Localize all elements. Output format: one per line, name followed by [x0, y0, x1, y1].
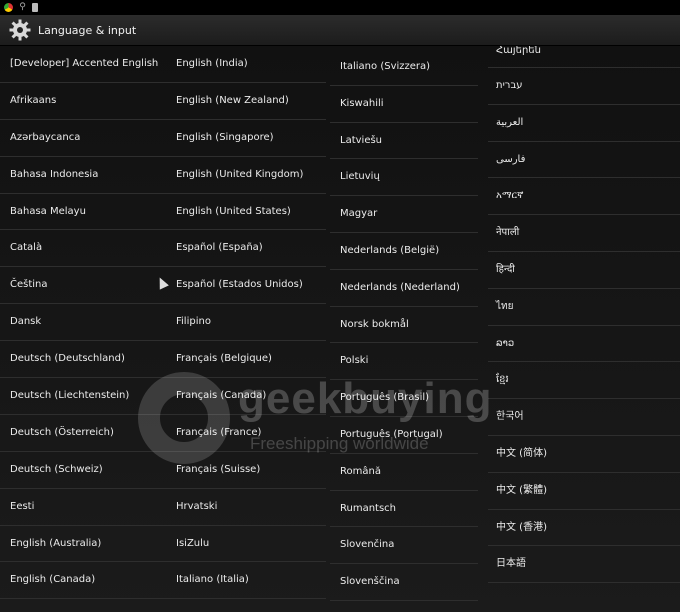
language-column-3: Italiano (Svizzera) Kiswahili Latviešu Liet… [330, 49, 478, 601]
language-column-4: Հայերեն עברית العربية فارسی አማርኛ नेपाली हिन्दी… [488, 46, 680, 584]
language-item[interactable]: Italiano (Italia) [166, 562, 326, 600]
language-item[interactable]: Eesti [0, 489, 166, 526]
settings-gear-icon[interactable] [8, 18, 32, 42]
language-item[interactable]: Deutsch (Schweiz) [0, 452, 166, 489]
language-item[interactable]: English (New Zealand) [166, 83, 326, 120]
language-item[interactable]: فارسی [488, 142, 680, 179]
language-item[interactable]: Español (España) [166, 230, 326, 268]
language-item[interactable]: Română [330, 454, 478, 491]
language-item[interactable]: Hrvatski [166, 489, 326, 526]
language-item[interactable]: IsiZulu [166, 526, 326, 563]
language-item[interactable]: Deutsch (Liechtenstein) [0, 378, 166, 415]
language-item[interactable]: Kiswahili [330, 86, 478, 123]
language-item[interactable]: English (India) [166, 46, 326, 83]
language-item[interactable]: አማርኛ [488, 178, 680, 216]
language-column-2: English (India) English (New Zealand) Engl… [166, 46, 326, 600]
language-column-1: [Developer] Accented English Afrikaans Azə… [0, 46, 166, 600]
language-item[interactable]: Italiano (Svizzera) [330, 49, 478, 86]
language-item[interactable]: Català [0, 230, 166, 268]
language-item[interactable]: Nederlands (Nederland) [330, 270, 478, 307]
page-title: Language & input [38, 23, 137, 37]
language-item[interactable]: Português (Portugal) [330, 417, 478, 454]
language-item[interactable]: Čeština [0, 267, 166, 305]
language-item[interactable]: Հայերեն [488, 46, 680, 68]
language-item[interactable]: Nederlands (België) [330, 233, 478, 270]
language-list-panel: [Developer] Accented English Afrikaans Azə… [0, 46, 680, 612]
action-bar: Language & input [0, 15, 680, 46]
language-item[interactable]: Español (Estados Unidos) [166, 267, 326, 305]
language-item[interactable]: Slovenščina [330, 564, 478, 601]
language-item[interactable]: 한국어 [488, 399, 680, 436]
language-item[interactable]: ລາວ [488, 326, 680, 363]
language-item[interactable]: 中文 (简体) [488, 436, 680, 473]
usb-icon: ⚲ [19, 2, 26, 12]
language-item[interactable]: English (United States) [166, 194, 326, 231]
language-item[interactable]: 日本語 [488, 546, 680, 584]
language-item[interactable]: ខ្មែរ [488, 362, 680, 400]
language-item[interactable]: Français (Canada) [166, 378, 326, 415]
language-item[interactable]: English (Canada) [0, 562, 166, 600]
language-item[interactable]: Polski [330, 343, 478, 381]
language-item[interactable]: Azərbaycanca [0, 120, 166, 157]
language-item[interactable]: Deutsch (Deutschland) [0, 341, 166, 379]
language-item[interactable]: Latviešu [330, 123, 478, 160]
language-item[interactable]: العربية [488, 105, 680, 142]
language-item[interactable]: Slovenčina [330, 527, 478, 565]
language-item[interactable]: 中文 (香港) [488, 510, 680, 547]
sdcard-icon [32, 3, 38, 12]
language-item[interactable]: עברית [488, 68, 680, 105]
language-item[interactable]: Bahasa Melayu [0, 194, 166, 231]
language-item[interactable]: English (Australia) [0, 526, 166, 563]
language-item[interactable]: नेपाली [488, 215, 680, 252]
language-item[interactable]: Filipino [166, 304, 326, 342]
language-item[interactable]: 中文 (繁體) [488, 473, 680, 510]
language-item[interactable]: Afrikaans [0, 83, 166, 120]
language-item[interactable]: Français (Belgique) [166, 341, 326, 379]
language-item[interactable]: हिन्दी [488, 252, 680, 289]
status-bar: ⚲ [0, 0, 680, 15]
language-item[interactable]: Français (France) [166, 415, 326, 452]
language-item[interactable]: Deutsch (Österreich) [0, 415, 166, 452]
language-item[interactable]: Rumantsch [330, 491, 478, 528]
language-item[interactable]: English (United Kingdom) [166, 157, 326, 194]
language-item[interactable]: Lietuvių [330, 159, 478, 197]
language-item[interactable]: Magyar [330, 196, 478, 233]
language-item[interactable]: Norsk bokmål [330, 307, 478, 344]
chrome-icon [4, 3, 13, 12]
language-item[interactable]: Bahasa Indonesia [0, 157, 166, 194]
language-item[interactable]: Français (Suisse) [166, 452, 326, 489]
language-item[interactable]: Português (Brasil) [330, 380, 478, 417]
language-item[interactable]: ไทย [488, 289, 680, 326]
language-item[interactable]: [Developer] Accented English [0, 46, 166, 83]
language-item[interactable]: English (Singapore) [166, 120, 326, 157]
language-item[interactable]: Dansk [0, 304, 166, 342]
